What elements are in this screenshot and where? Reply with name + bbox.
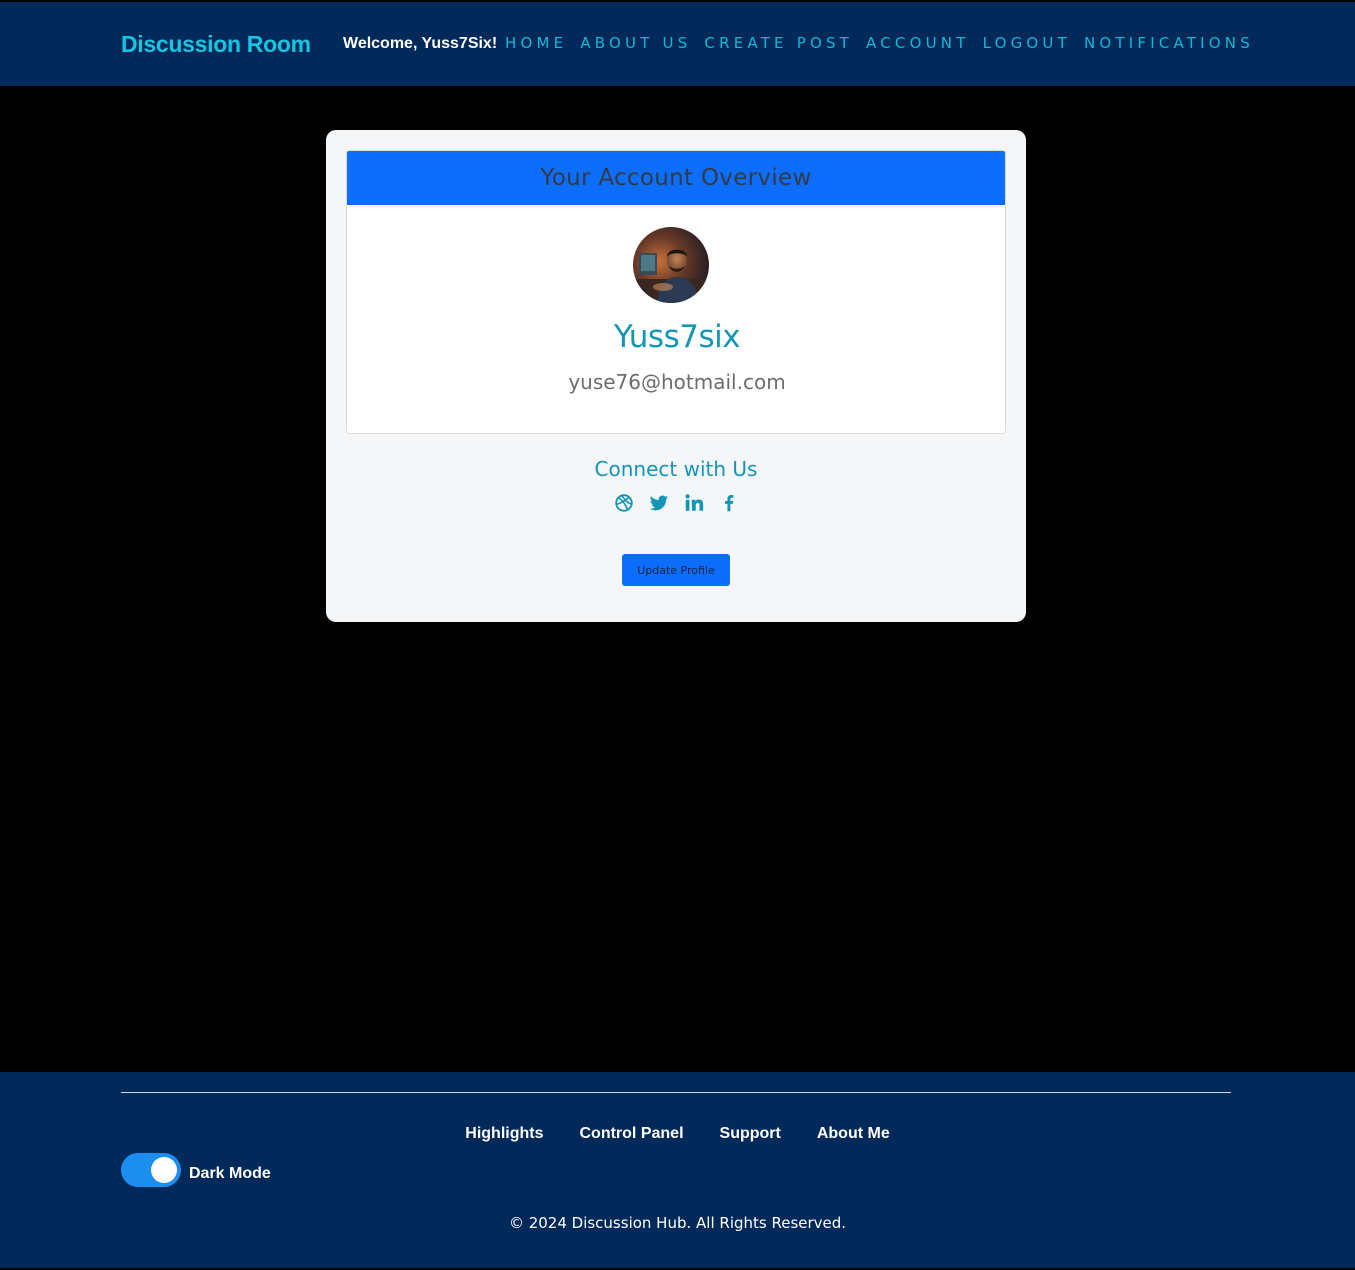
footer-link-control-panel[interactable]: Control Panel: [580, 1125, 684, 1143]
toggle-knob: [151, 1157, 177, 1183]
account-overview-header: Your Account Overview: [347, 151, 1005, 205]
footer: Highlights Control Panel Support About M…: [0, 1072, 1355, 1268]
nav-link-notifications[interactable]: NOTIFICATIONS: [1084, 34, 1254, 52]
account-card: Your Account Overview Yuss7six yuse76@ho…: [326, 130, 1026, 622]
footer-divider: [121, 1092, 1231, 1093]
brand-logo[interactable]: Discussion Room: [121, 31, 311, 58]
account-overview-panel: Your Account Overview Yuss7six yuse76@ho…: [346, 150, 1006, 434]
nav-link-home[interactable]: HOME: [505, 34, 567, 52]
profile-username: Yuss7six: [613, 319, 741, 355]
dark-mode-label: Dark Mode: [189, 1165, 271, 1182]
footer-link-about-me[interactable]: About Me: [817, 1125, 890, 1143]
welcome-message: Welcome, Yuss7Six!: [343, 35, 498, 52]
twitter-icon[interactable]: [648, 492, 670, 514]
nav-link-account[interactable]: ACCOUNT: [866, 34, 970, 52]
update-profile-button[interactable]: Update Profile: [622, 554, 730, 586]
copyright-text: © 2024 Discussion Hub. All Rights Reserv…: [508, 1214, 847, 1232]
dribbble-icon[interactable]: [613, 492, 635, 514]
social-links: [326, 492, 1026, 514]
footer-link-support[interactable]: Support: [720, 1125, 781, 1143]
profile-email: yuse76@hotmail.com: [568, 370, 786, 394]
footer-link-highlights[interactable]: Highlights: [465, 1125, 543, 1143]
dark-mode-toggle[interactable]: [121, 1153, 181, 1187]
facebook-icon[interactable]: [718, 492, 740, 514]
account-overview-title: Your Account Overview: [540, 165, 812, 191]
top-navbar: Discussion Room Welcome, Yuss7Six! HOME …: [0, 2, 1355, 86]
connect-with-us-title: Connect with Us: [594, 457, 758, 481]
nav-link-create-post[interactable]: CREATE POST: [704, 34, 853, 52]
linkedin-icon[interactable]: [683, 492, 705, 514]
avatar: [633, 227, 709, 303]
nav-link-logout[interactable]: LOGOUT: [983, 34, 1071, 52]
footer-links: Highlights Control Panel Support About M…: [0, 1125, 1355, 1143]
nav-links: HOME ABOUT US CREATE POST ACCOUNT LOGOUT…: [505, 34, 1254, 52]
nav-link-about-us[interactable]: ABOUT US: [580, 34, 691, 52]
